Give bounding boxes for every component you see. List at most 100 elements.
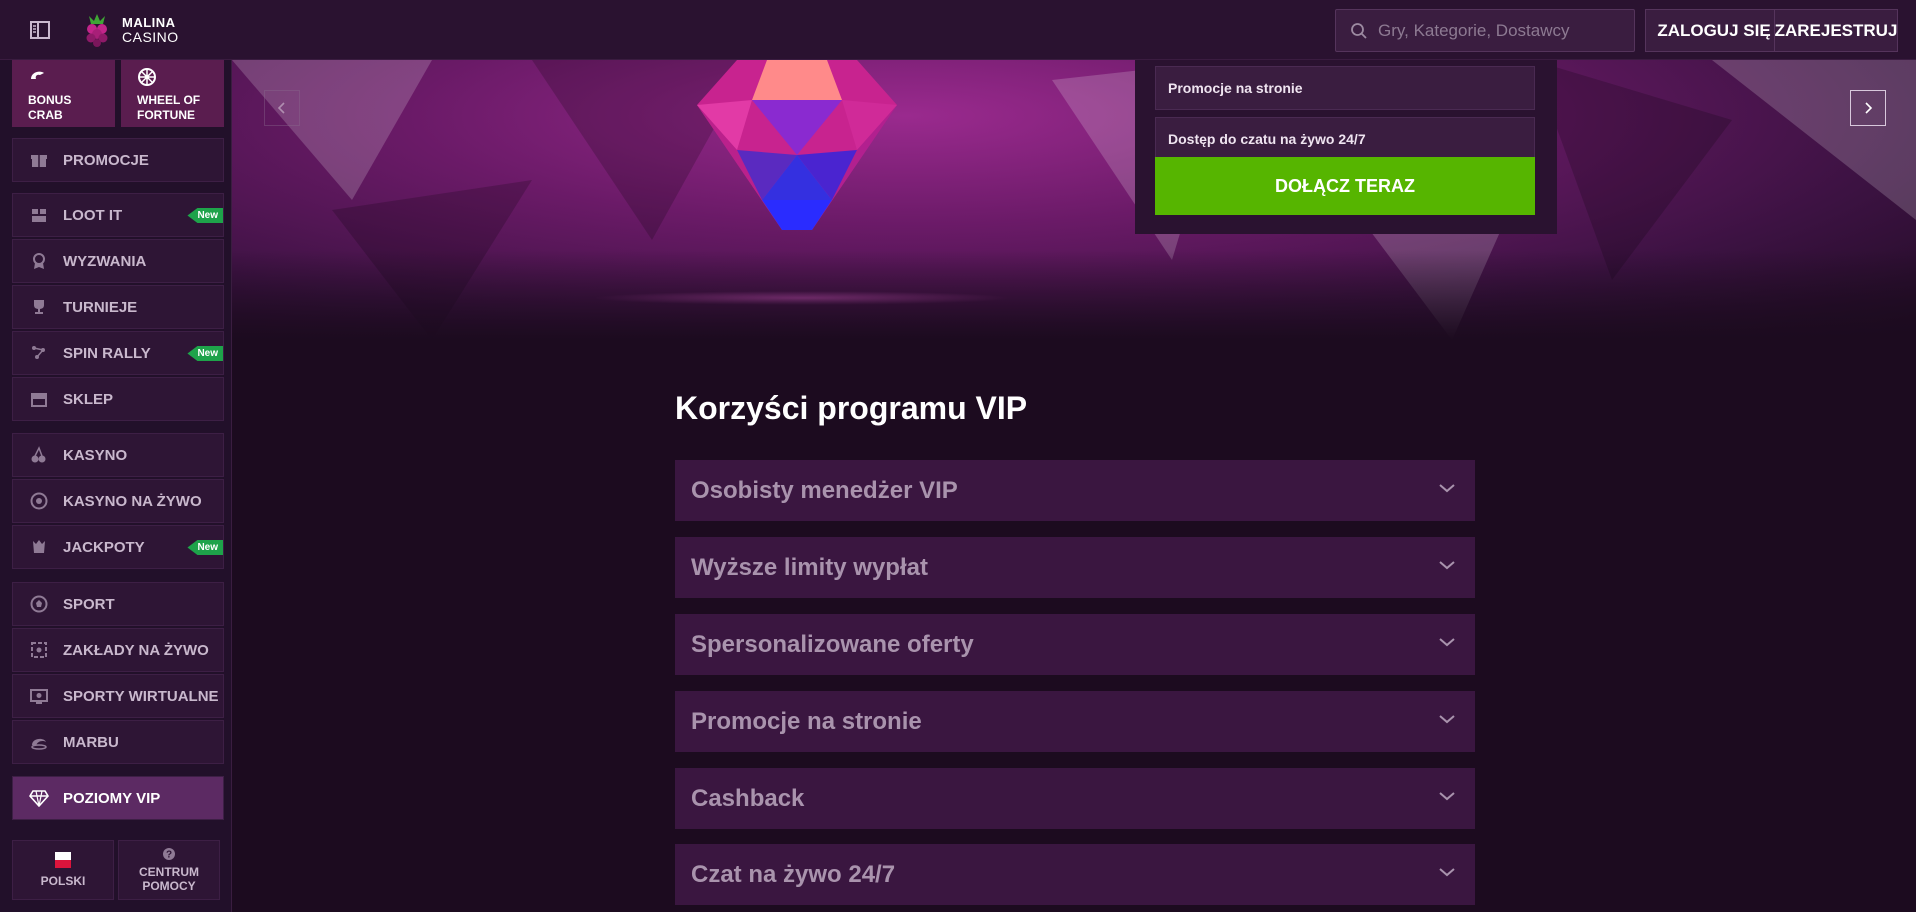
search-box[interactable] bbox=[1335, 9, 1635, 52]
sidebar-item-poziomy-vip[interactable]: POZIOMY VIP bbox=[12, 776, 224, 820]
vip-hero-banner: Promocje na stronie Dostęp do czatu na ż… bbox=[232, 60, 1916, 340]
accordion-item[interactable]: Cashback bbox=[675, 768, 1475, 829]
diamond-icon bbox=[29, 788, 49, 808]
sidebar-item-sport[interactable]: SPORT bbox=[12, 582, 224, 626]
sidebar-item-sporty-wirtualne[interactable]: SPORTY WIRTUALNE bbox=[12, 674, 224, 718]
sidebar-item-label: SPORTY WIRTUALNE bbox=[63, 687, 219, 705]
sidebar-item-jackpoty[interactable]: JACKPOTY New bbox=[12, 525, 224, 569]
rally-icon bbox=[29, 343, 49, 363]
malina-casino-logo[interactable]: MALINA CASINO bbox=[80, 12, 179, 48]
sidebar-item-kasyno[interactable]: KASYNO bbox=[12, 433, 224, 477]
hero-fade bbox=[232, 250, 1916, 340]
jackpot-icon bbox=[29, 537, 49, 557]
accordion-label: Czat na żywo 24/7 bbox=[691, 860, 896, 888]
chevron-left-icon bbox=[277, 102, 285, 114]
poland-flag-icon bbox=[55, 852, 71, 868]
vip-benefits-title: Korzyści programu VIP bbox=[675, 390, 1028, 426]
sidebar-item-zaklady-na-zywo[interactable]: ZAKŁADY NA ŻYWO bbox=[12, 628, 224, 672]
login-button[interactable]: ZALOGUJ SIĘ bbox=[1645, 9, 1783, 52]
chip-icon bbox=[29, 491, 49, 511]
sidebar-item-marbu[interactable]: MARBU bbox=[12, 720, 224, 764]
help-icon: ? bbox=[163, 848, 175, 861]
tile-wheel-of-fortune[interactable]: WHEEL OF FORTUNE bbox=[121, 60, 224, 127]
sidebar-item-wyzwania[interactable]: WYZWANIA bbox=[12, 239, 224, 283]
sidebar-item-label: TURNIEJE bbox=[63, 298, 138, 316]
chevron-down-icon bbox=[1439, 484, 1455, 493]
new-badge: New bbox=[187, 540, 223, 555]
accordion-label: Spersonalizowane oferty bbox=[691, 630, 974, 658]
shop-icon bbox=[29, 389, 49, 409]
sidebar-item-kasyno-na-zywo[interactable]: KASYNO NA ŻYWO bbox=[12, 479, 224, 523]
new-badge: New bbox=[187, 346, 223, 361]
raspberry-logo-icon bbox=[86, 14, 108, 47]
search-icon bbox=[1351, 22, 1367, 39]
chevron-down-icon bbox=[1439, 792, 1455, 801]
chevron-down-icon bbox=[1439, 638, 1455, 647]
language-label: POLSKI bbox=[40, 874, 86, 888]
sidebar-item-label: SPORT bbox=[63, 595, 115, 613]
accordion-item[interactable]: Czat na żywo 24/7 bbox=[675, 844, 1475, 905]
sidebar-item-sklep[interactable]: SKLEP bbox=[12, 377, 224, 421]
accordion-item[interactable]: Promocje na stronie bbox=[675, 691, 1475, 752]
sidebar-item-label: PROMOCJE bbox=[63, 151, 149, 169]
chevron-right-icon bbox=[1865, 102, 1873, 114]
carousel-next-button[interactable] bbox=[1850, 90, 1886, 126]
vip-gem-image bbox=[697, 60, 897, 230]
accordion-item[interactable]: Osobisty menedżer VIP bbox=[675, 460, 1475, 521]
sidebar-item-label: ZAKŁADY NA ŻYWO bbox=[63, 641, 209, 659]
benefit-row: Promocje na stronie bbox=[1155, 66, 1535, 110]
accordion-label: Wyższe limity wypłat bbox=[691, 553, 928, 581]
new-badge: New bbox=[187, 208, 223, 223]
accordion-item[interactable]: Wyższe limity wypłat bbox=[675, 537, 1475, 598]
sidebar-toggle-icon[interactable] bbox=[28, 18, 52, 42]
help-center-button[interactable]: ? CENTRUM POMOCY bbox=[118, 840, 220, 900]
accordion-label: Osobisty menedżer VIP bbox=[691, 476, 958, 504]
top-header: MALINA CASINO ZALOGUJ SIĘ ZAREJESTRUJ bbox=[0, 0, 1916, 60]
accordion-item[interactable]: Spersonalizowane oferty bbox=[675, 614, 1475, 675]
accordion-label: Cashback bbox=[691, 784, 805, 812]
logo-text-line1: MALINA bbox=[122, 15, 176, 30]
crab-icon bbox=[31, 71, 44, 79]
join-now-button[interactable]: DOŁĄCZ TERAZ bbox=[1155, 157, 1535, 215]
carousel-prev-button[interactable] bbox=[264, 90, 300, 126]
sidebar-item-label: POZIOMY VIP bbox=[63, 789, 161, 807]
sidebar-item-turnieje[interactable]: TURNIEJE bbox=[12, 285, 224, 329]
sidebar-item-label: KASYNO NA ŻYWO bbox=[63, 492, 202, 510]
language-selector[interactable]: POLSKI bbox=[12, 840, 114, 900]
svg-text:?: ? bbox=[166, 850, 172, 861]
sidebar-item-label: SKLEP bbox=[63, 390, 114, 408]
tile-label-line1: BONUS bbox=[28, 93, 72, 107]
virtual-sports-icon bbox=[29, 686, 49, 706]
sidebar-item-loot-it[interactable]: LOOT IT New bbox=[12, 193, 224, 237]
cherries-icon bbox=[29, 445, 49, 465]
tile-label-line1: WHEEL OF bbox=[137, 93, 201, 107]
tile-bonus-crab[interactable]: BONUS CRAB bbox=[12, 60, 115, 127]
register-button[interactable]: ZAREJESTRUJ bbox=[1774, 9, 1898, 52]
box-icon bbox=[29, 205, 49, 225]
sidebar-item-spin-rally[interactable]: SPIN RALLY New bbox=[12, 331, 224, 375]
sidebar: BONUS CRAB WHEEL OF FORTUNE PROMOCJE LOO… bbox=[0, 60, 232, 912]
chevron-down-icon bbox=[1439, 561, 1455, 570]
soccer-ball-icon bbox=[29, 594, 49, 614]
join-vip-panel: Promocje na stronie Dostęp do czatu na ż… bbox=[1135, 60, 1557, 234]
accordion-label: Promocje na stronie bbox=[691, 707, 922, 735]
chevron-down-icon bbox=[1439, 868, 1455, 877]
sidebar-item-label: MARBU bbox=[63, 733, 119, 751]
medal-icon bbox=[29, 251, 49, 271]
trophy-icon bbox=[29, 297, 49, 317]
chevron-down-icon bbox=[1439, 715, 1455, 724]
wheel-icon bbox=[138, 68, 156, 86]
tile-label-line2: FORTUNE bbox=[137, 108, 195, 122]
search-input[interactable] bbox=[1378, 20, 1618, 41]
sidebar-item-promocje[interactable]: PROMOCJE bbox=[12, 138, 224, 182]
help-label-line2: POMOCY bbox=[142, 879, 196, 893]
sidebar-item-label: SPIN RALLY bbox=[63, 344, 151, 362]
tile-label-line2: CRAB bbox=[28, 108, 63, 122]
gift-icon bbox=[29, 150, 49, 170]
sidebar-item-label: JACKPOTY bbox=[63, 538, 145, 556]
benefit-row: Dostęp do czatu na żywo 24/7 bbox=[1155, 117, 1535, 161]
sidebar-item-label: WYZWANIA bbox=[63, 252, 147, 270]
help-label-line1: CENTRUM bbox=[139, 865, 199, 879]
sidebar-item-label: KASYNO bbox=[63, 446, 128, 464]
live-bets-icon bbox=[29, 640, 49, 660]
